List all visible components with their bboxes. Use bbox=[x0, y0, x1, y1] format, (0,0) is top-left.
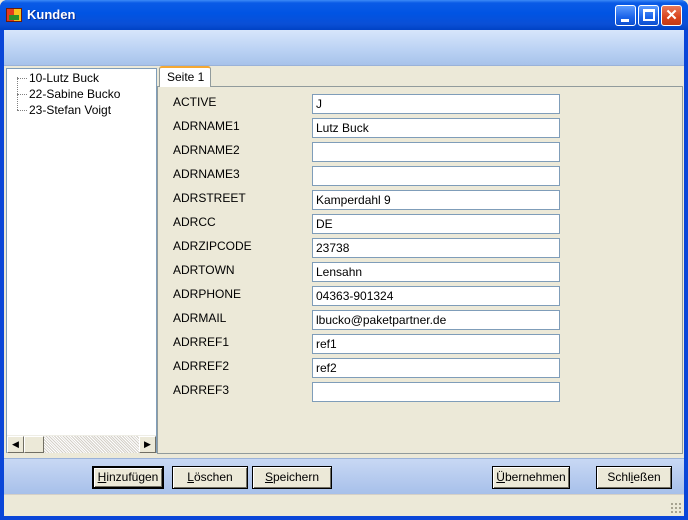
apply-button-mnemonic: Ü bbox=[496, 470, 505, 484]
window-title: Kunden bbox=[27, 7, 76, 22]
delete-button-mnemonic: L bbox=[187, 470, 194, 484]
field-label-adrname2: ADRNAME2 bbox=[173, 143, 240, 157]
field-label-adrzipcode: ADRZIPCODE bbox=[173, 239, 252, 253]
field-label-adrmail: ADRMAIL bbox=[173, 311, 227, 325]
horizontal-scrollbar[interactable]: ◀ ▶ bbox=[7, 435, 156, 453]
tree-item-label: 23-Stefan Voigt bbox=[29, 103, 112, 117]
add-button-mnemonic: H bbox=[97, 470, 107, 484]
tree-item[interactable]: 10-Lutz Buck bbox=[7, 70, 156, 86]
adrname1-field[interactable] bbox=[312, 118, 560, 138]
active-field[interactable] bbox=[312, 94, 560, 114]
adrphone-field[interactable] bbox=[312, 286, 560, 306]
close-button-label-post: eßen bbox=[633, 470, 661, 484]
field-label-adrref3: ADRREF3 bbox=[173, 383, 230, 397]
tree-item[interactable]: 22-Sabine Bucko bbox=[7, 86, 156, 102]
tab-seite-1[interactable]: Seite 1 bbox=[159, 66, 211, 87]
split-container: 10-Lutz Buck 22-Sabine Bucko 23-Stefan V… bbox=[4, 66, 684, 458]
resize-grip-icon[interactable] bbox=[670, 502, 682, 514]
toolstrip bbox=[4, 30, 684, 66]
arrow-right-icon: ▶ bbox=[144, 439, 151, 449]
customer-tree[interactable]: 10-Lutz Buck 22-Sabine Bucko 23-Stefan V… bbox=[6, 68, 157, 453]
scroll-left-button[interactable]: ◀ bbox=[7, 436, 24, 453]
adrzipcode-field[interactable] bbox=[312, 238, 560, 258]
tree-item-label: 10-Lutz Buck bbox=[29, 71, 100, 85]
field-label-adrcc: ADRCC bbox=[173, 215, 216, 229]
close-window-button[interactable]: ✕ bbox=[661, 5, 682, 26]
app-icon[interactable] bbox=[6, 8, 22, 22]
status-bar bbox=[4, 494, 684, 516]
field-label-adrname1: ADRNAME1 bbox=[173, 119, 240, 133]
field-label-active: ACTIVE bbox=[173, 95, 217, 109]
adrstreet-field[interactable] bbox=[312, 190, 560, 210]
tree-branch-line bbox=[17, 94, 27, 95]
scroll-right-button[interactable]: ▶ bbox=[139, 436, 156, 453]
field-label-adrphone: ADRPHONE bbox=[173, 287, 242, 301]
delete-button-label: öschen bbox=[193, 470, 233, 484]
save-button[interactable]: Speichern bbox=[252, 466, 332, 489]
maximize-icon bbox=[643, 9, 655, 21]
minimize-icon bbox=[621, 19, 629, 22]
adrmail-field[interactable] bbox=[312, 310, 560, 330]
client-area: 10-Lutz Buck 22-Sabine Bucko 23-Stefan V… bbox=[4, 30, 684, 516]
title-bar[interactable]: Kunden ✕ bbox=[0, 0, 688, 30]
scroll-thumb[interactable] bbox=[24, 436, 44, 453]
adrref3-field[interactable] bbox=[312, 382, 560, 402]
close-button-label-pre: Schl bbox=[607, 470, 631, 484]
arrow-left-icon: ◀ bbox=[12, 439, 19, 449]
adrtown-field[interactable] bbox=[312, 262, 560, 282]
field-label-adrref1: ADRREF1 bbox=[173, 335, 230, 349]
add-button-label: inzufügen bbox=[106, 470, 159, 484]
tree-item[interactable]: 23-Stefan Voigt bbox=[7, 102, 156, 118]
minimize-button[interactable] bbox=[615, 5, 636, 26]
close-icon: ✕ bbox=[665, 7, 678, 24]
tab-page-seite-1: ACTIVE ADRNAME1 ADRNAME2 ADRNAME3 ADRSTR… bbox=[157, 86, 683, 454]
close-button[interactable]: Schließen bbox=[596, 466, 672, 489]
adrname2-field[interactable] bbox=[312, 142, 560, 162]
button-bar: Hinzufügen Löschen Speichern Übernehmen … bbox=[4, 458, 684, 494]
adrref2-field[interactable] bbox=[312, 358, 560, 378]
kunden-window: Kunden ✕ 10-Lutz Buck 22-Sabine Bucko 23… bbox=[0, 0, 688, 520]
apply-button-label: bernehmen bbox=[504, 470, 566, 484]
maximize-button[interactable] bbox=[638, 5, 659, 26]
tree-item-label: 22-Sabine Bucko bbox=[29, 87, 121, 101]
delete-button[interactable]: Löschen bbox=[172, 466, 248, 489]
field-label-adrstreet: ADRSTREET bbox=[173, 191, 246, 205]
tree-branch-line bbox=[17, 78, 27, 79]
field-label-adrname3: ADRNAME3 bbox=[173, 167, 240, 181]
scroll-track[interactable] bbox=[44, 436, 139, 453]
save-button-mnemonic: S bbox=[264, 470, 273, 484]
save-button-label: peichern bbox=[272, 470, 320, 484]
field-label-adrtown: ADRTOWN bbox=[173, 263, 235, 277]
add-button[interactable]: Hinzufügen bbox=[92, 466, 164, 489]
adrref1-field[interactable] bbox=[312, 334, 560, 354]
apply-button[interactable]: Übernehmen bbox=[492, 466, 570, 489]
tab-control: Seite 1 ACTIVE ADRNAME1 ADRNAME2 ADRNAME… bbox=[157, 66, 684, 458]
field-label-adrref2: ADRREF2 bbox=[173, 359, 230, 373]
tree-branch-line bbox=[17, 110, 27, 111]
adrcc-field[interactable] bbox=[312, 214, 560, 234]
adrname3-field[interactable] bbox=[312, 166, 560, 186]
